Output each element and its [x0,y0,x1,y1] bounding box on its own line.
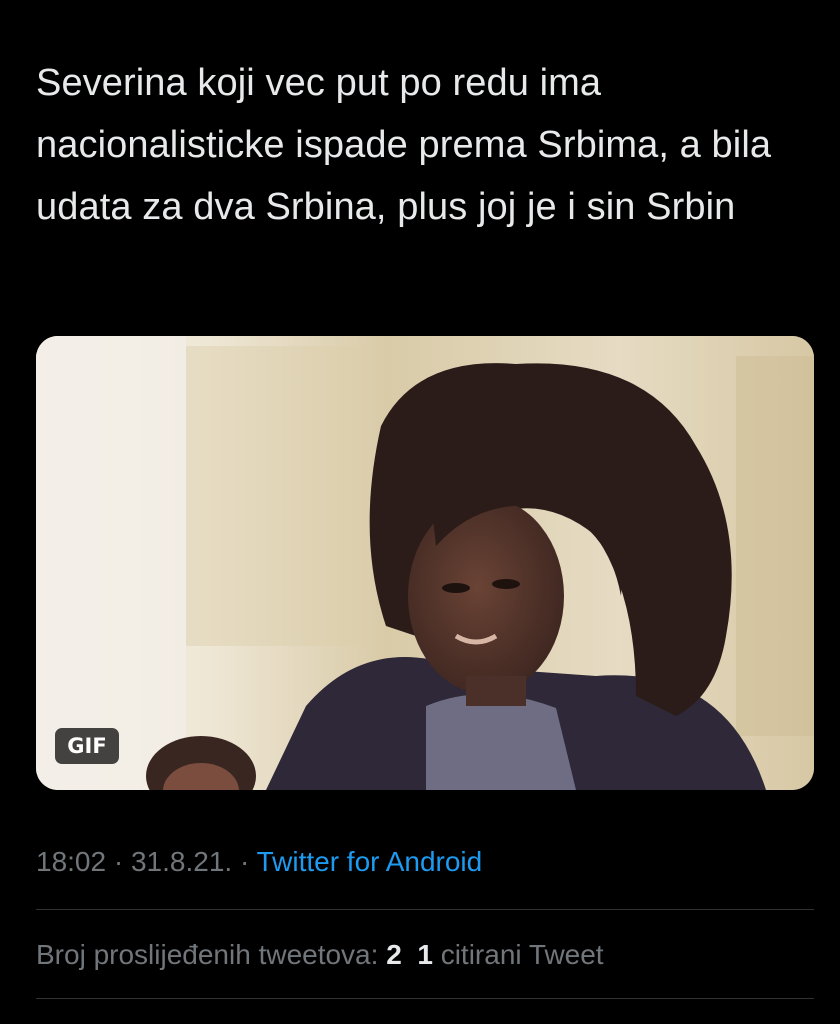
gif-media[interactable]: GIF [36,336,814,790]
tweet-time[interactable]: 18:02 [36,846,106,877]
meta-separator: · [232,846,257,877]
divider [36,909,814,910]
tweet-text: Severina koji vec put po redu ima nacion… [36,62,772,228]
divider [36,998,814,999]
tweet-source-link[interactable]: Twitter for Android [257,846,483,877]
retweets-stat[interactable]: Broj proslijeđenih tweetova: 2 [36,939,402,970]
gif-image [36,336,814,790]
quotes-stat[interactable]: 1 citirani Tweet [417,939,603,970]
retweets-label: Broj proslijeđenih tweetova: [36,939,379,970]
quotes-label: citirani Tweet [440,939,604,970]
gif-badge: GIF [55,728,119,764]
quotes-count: 1 [417,939,433,970]
tweet-meta: 18:02 · 31.8.21. · Twitter for Android [36,842,482,882]
retweets-count: 2 [386,939,402,970]
meta-separator: · [106,846,131,877]
tweet-date[interactable]: 31.8.21. [131,846,232,877]
tweet-stats: Broj proslijeđenih tweetova: 2 1 citiran… [36,935,604,975]
